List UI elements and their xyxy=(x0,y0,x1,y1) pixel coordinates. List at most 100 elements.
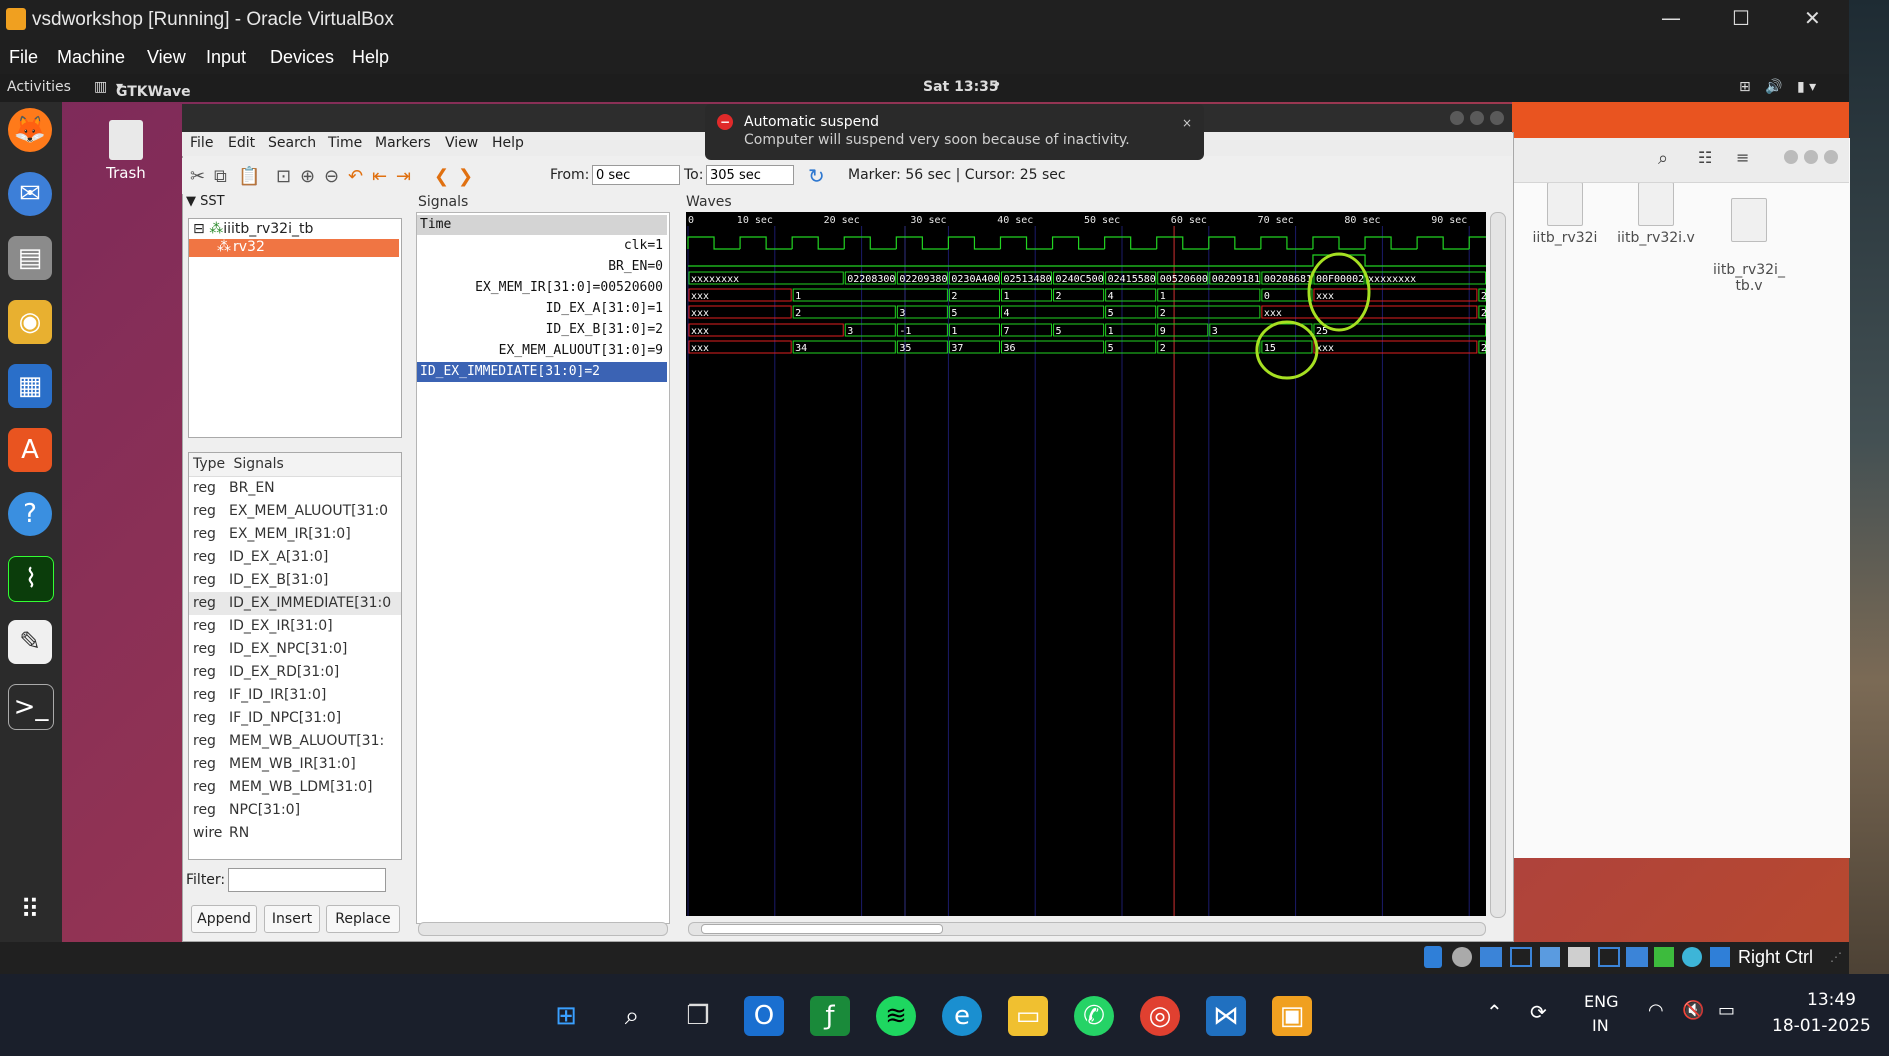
reload-icon[interactable]: ↻ xyxy=(808,164,825,188)
cut-icon[interactable]: ✂ xyxy=(190,166,205,187)
gtk-menu-file[interactable]: File xyxy=(190,135,213,151)
paste-icon[interactable]: 📋 xyxy=(238,166,260,187)
signal-row[interactable]: clk=1 xyxy=(417,236,667,256)
signal-list-row[interactable]: reg ID_EX_B[31:0] xyxy=(189,569,401,592)
clock[interactable]: Sat 13:35 xyxy=(923,79,999,95)
signal-row[interactable]: BR_EN=0 xyxy=(417,257,667,277)
usb-icon[interactable] xyxy=(1510,947,1532,967)
screen-icon[interactable] xyxy=(1626,947,1648,967)
audio-icon[interactable] xyxy=(1452,947,1472,967)
rhythmbox-icon[interactable]: ◉ xyxy=(8,300,52,344)
signal-list-row[interactable]: reg EX_MEM_IR[31:0] xyxy=(189,523,401,546)
signal-list-row[interactable]: reg MEM_WB_ALUOUT[31: xyxy=(189,730,401,753)
gtk-menu-search[interactable]: Search xyxy=(268,135,316,151)
text-editor-icon[interactable]: ✎ xyxy=(8,620,52,664)
thunderbird-icon[interactable]: ✉ xyxy=(8,172,52,216)
network-adapter-icon[interactable] xyxy=(1480,947,1502,967)
view-options-icon[interactable]: ☷ xyxy=(1698,148,1712,167)
signal-list-row[interactable]: wire RN xyxy=(189,822,401,845)
signal-row[interactable]: ID_EX_A[31:0]=1 xyxy=(417,299,667,319)
signal-list-row[interactable]: reg BR_EN xyxy=(189,477,401,500)
file-item[interactable]: iitb_rv32i xyxy=(1525,182,1605,246)
waves-canvas[interactable]: 0 10 sec 20 sec 30 sec 40 sec 50 sec 60 sec 70 … xyxy=(686,212,1486,916)
undo-zoom-icon[interactable]: ↶ xyxy=(348,166,363,187)
trash-desktop-item[interactable]: Trash xyxy=(96,120,156,182)
file-item[interactable]: iitb_rv32i_ tb.v xyxy=(1709,182,1789,294)
gtk-menu-help[interactable]: Help xyxy=(492,135,524,151)
keyboard-capture-icon[interactable] xyxy=(1710,947,1730,967)
signal-list-row[interactable]: reg EX_MEM_ALUOUT[31:0 xyxy=(189,500,401,523)
software-icon[interactable]: A xyxy=(8,428,52,472)
signal-row[interactable]: ID_EX_IMMEDIATE[31:0]=2 xyxy=(417,362,667,382)
zoom-to-start-icon[interactable]: ⇤ xyxy=(372,166,387,187)
signal-row[interactable]: EX_MEM_ALUOUT[31:0]=9 xyxy=(417,341,667,361)
outlook-icon[interactable]: O xyxy=(744,996,784,1036)
type-header[interactable]: Type xyxy=(189,453,229,476)
notification-close-icon[interactable]: × xyxy=(1182,116,1192,130)
find-next-edge-icon[interactable]: ❯ xyxy=(458,166,473,187)
to-time-input[interactable] xyxy=(706,165,794,185)
battery-icon[interactable]: ▭ xyxy=(1718,1000,1735,1021)
activities-button[interactable]: Activities xyxy=(7,79,71,95)
gtk-menu-edit[interactable]: Edit xyxy=(228,135,255,151)
menu-help[interactable]: Help xyxy=(352,47,389,68)
zoom-to-end-icon[interactable]: ⇥ xyxy=(396,166,411,187)
network-icon[interactable]: ⊞ xyxy=(1739,79,1751,95)
signal-list-row[interactable]: reg IF_ID_NPC[31:0] xyxy=(189,707,401,730)
tree-child-selected[interactable]: ⁂ rv32 xyxy=(189,239,399,257)
insert-button[interactable]: Insert xyxy=(264,905,320,933)
maximize-icon[interactable] xyxy=(1470,111,1484,125)
waves-scroll-thumb[interactable] xyxy=(701,924,943,934)
volume-icon[interactable]: 🔊 xyxy=(1765,79,1782,95)
spotify-icon[interactable]: ≋ xyxy=(876,996,916,1036)
gtk-menu-markers[interactable]: Markers xyxy=(375,135,431,151)
writer-icon[interactable]: ▦ xyxy=(8,364,52,408)
taskbar-date[interactable]: 18-01-2025 xyxy=(1772,1016,1871,1036)
taskbar-time[interactable]: 13:49 xyxy=(1807,990,1856,1010)
show-apps-icon[interactable]: ⠿ xyxy=(8,888,52,932)
maximize-icon[interactable] xyxy=(1804,150,1818,164)
zoom-out-icon[interactable]: ⊖ xyxy=(324,166,339,187)
language-top[interactable]: ENG xyxy=(1584,992,1618,1011)
maximize-icon[interactable]: ☐ xyxy=(1732,6,1750,30)
wifi-icon[interactable]: ◠ xyxy=(1648,1000,1664,1021)
menu-file[interactable]: File xyxy=(9,47,38,68)
signal-list-row[interactable]: reg ID_EX_A[31:0] xyxy=(189,546,401,569)
zoom-fit-icon[interactable]: ⊡ xyxy=(276,166,291,187)
search-icon[interactable]: ⌕ xyxy=(1658,148,1668,169)
windows-start-icon[interactable]: ⊞ xyxy=(546,996,586,1036)
replace-button[interactable]: Replace xyxy=(326,905,400,933)
virtualbox-taskbar-icon[interactable]: ▣ xyxy=(1272,996,1312,1036)
show-hidden-icons[interactable]: ⌃ xyxy=(1486,1000,1503,1024)
menu-view[interactable]: View xyxy=(147,47,186,68)
minimize-icon[interactable] xyxy=(1784,150,1798,164)
chrome-icon[interactable]: ◎ xyxy=(1140,996,1180,1036)
search-icon[interactable]: ⌕ xyxy=(612,996,652,1036)
filter-input[interactable] xyxy=(228,868,386,892)
app-menu[interactable]: GTKWave ▾ xyxy=(116,79,191,100)
tree-root[interactable]: ⊟ ⁂iiitb_rv32i_tb xyxy=(193,221,313,237)
signal-list-row[interactable]: reg MEM_WB_LDM[31:0] xyxy=(189,776,401,799)
help-icon[interactable]: ? xyxy=(8,492,52,536)
display-icon[interactable] xyxy=(1568,947,1590,967)
terminal-icon[interactable]: >_ xyxy=(8,684,54,730)
signal-list-row[interactable]: reg NPC[31:0] xyxy=(189,799,401,822)
minimize-icon[interactable]: — xyxy=(1661,6,1681,30)
cpu-icon[interactable] xyxy=(1654,947,1674,967)
firefox-icon[interactable]: 🦊 xyxy=(8,108,52,152)
menu-machine[interactable]: Machine xyxy=(57,47,125,68)
gtk-menu-view[interactable]: View xyxy=(445,135,478,151)
guest-additions-icon[interactable] xyxy=(1682,947,1702,967)
close-icon[interactable] xyxy=(1824,150,1838,164)
zoom-in-icon[interactable]: ⊕ xyxy=(300,166,315,187)
file-item[interactable]: iitb_rv32i.v xyxy=(1616,182,1696,246)
menu-icon[interactable]: ≡ xyxy=(1736,148,1749,167)
edge-icon[interactable]: e xyxy=(942,996,982,1036)
task-view-icon[interactable]: ❐ xyxy=(678,996,718,1036)
video-capture-icon[interactable] xyxy=(1598,947,1620,967)
waves-hscrollbar[interactable] xyxy=(688,922,1486,936)
signal-list-row[interactable]: reg ID_EX_NPC[31:0] xyxy=(189,638,401,661)
formula-app-icon[interactable]: ƒ xyxy=(810,996,850,1036)
signal-list-row[interactable]: reg ID_EX_IMMEDIATE[31:0 xyxy=(189,592,401,615)
shared-folders-icon[interactable] xyxy=(1540,947,1560,967)
